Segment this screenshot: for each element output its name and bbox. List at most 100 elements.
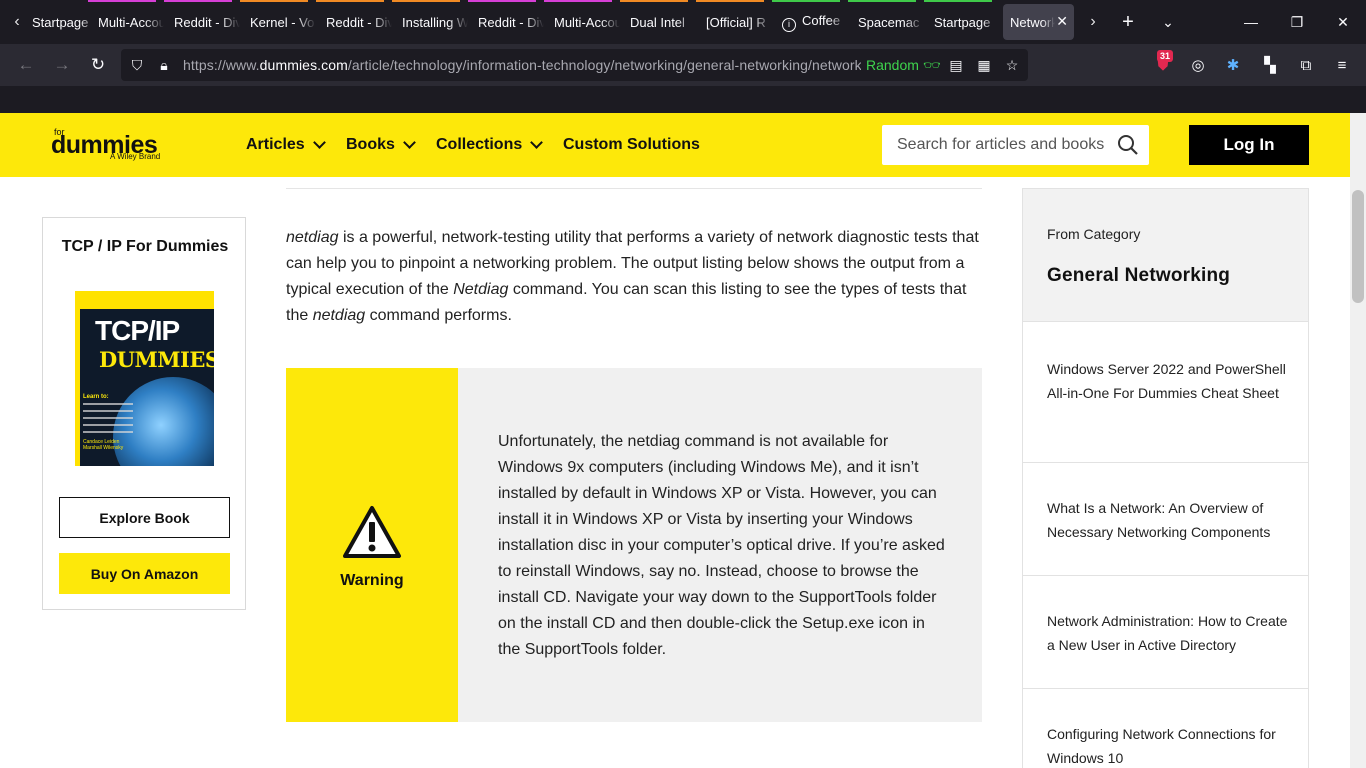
chevron-down-icon (312, 136, 326, 149)
cover-learn: Learn to: (83, 394, 109, 400)
restore-icon[interactable]: ❐ (1274, 0, 1320, 44)
url-text[interactable]: https://www.dummies.com/article/technolo… (183, 57, 861, 73)
menu-custom-solutions[interactable]: Custom Solutions (563, 136, 700, 154)
url-host: dummies.com (259, 57, 348, 73)
cmd-netdiag: netdiag (286, 229, 339, 246)
tab-label: Reddit - Dive (326, 14, 392, 30)
tab[interactable]: Installing W (392, 0, 468, 44)
intro-text: command performs. (365, 307, 512, 324)
search-box (882, 125, 1149, 165)
bluetooth-extension-icon[interactable]: ✱ (1220, 52, 1246, 78)
category-sidebar: From Category General Networking Windows… (1022, 188, 1309, 768)
page-scrollbar[interactable] (1350, 113, 1366, 768)
search-input[interactable] (882, 125, 1104, 165)
tab-label: Reddit - Dive (478, 14, 544, 30)
tab[interactable]: Spacemac (848, 0, 924, 44)
book-cover[interactable]: TCP/IP DUMMIES Learn to: Candace Leiden … (75, 291, 214, 466)
scrollbar-thumb[interactable] (1352, 190, 1364, 303)
tab-label: Network (1010, 14, 1055, 30)
bookmark-star-icon[interactable]: ☆ (1002, 55, 1022, 75)
tab-label: Multi-Account (98, 14, 164, 30)
menu-icon[interactable]: ≡ (1329, 52, 1355, 78)
grid-extension-icon[interactable]: ▚ (1257, 52, 1283, 78)
logo-brand: A Wiley Brand (110, 152, 161, 161)
sidebar-article[interactable]: Windows Server 2022 and PowerShell All-i… (1023, 321, 1308, 462)
cmd-netdiag-3: netdiag (312, 307, 366, 324)
cover-bullets (83, 403, 133, 438)
category-header: From Category General Networking (1023, 189, 1308, 321)
tab-label: Multi-Account (554, 14, 620, 30)
menu-articles[interactable]: Articles (246, 136, 326, 154)
tab-label: Reddit - Dive (174, 14, 240, 30)
url-bar[interactable]: ⛉ 🔒︎ https://www.dummies.com/article/tec… (121, 49, 1028, 81)
sidebar-article[interactable]: Network Administration: How to Create a … (1023, 575, 1308, 688)
random-label: Random (866, 57, 919, 73)
reload-icon[interactable]: ↻ (85, 52, 111, 78)
random-extension[interactable]: Random 👓︎ (866, 57, 941, 74)
menu-collections[interactable]: Collections (436, 136, 544, 154)
tab[interactable]: Dual Intel (620, 0, 696, 44)
cover-authors: Candace Leiden Marshall Wilensky (83, 439, 124, 451)
tab-label: Startpage (32, 14, 89, 30)
sidebar-article-title: Configuring Network Connections for Wind… (1047, 726, 1276, 766)
book-title: TCP / IP For Dummies (61, 238, 229, 255)
extensions-puzzle-icon[interactable]: ⧉ (1293, 52, 1319, 78)
buy-on-amazon-button[interactable]: Buy On Amazon (59, 553, 230, 594)
forward-icon[interactable]: → (49, 52, 75, 78)
site-header: for dummies A Wiley Brand Articles Books… (0, 113, 1350, 177)
reader-view-icon[interactable]: ▤ (946, 55, 966, 75)
tab[interactable]: i Coffee (772, 0, 848, 44)
tab[interactable]: Reddit - Dive (164, 0, 240, 44)
warning-label: Warning (340, 572, 404, 589)
lock-icon[interactable]: 🔒︎ (154, 55, 174, 75)
cover-title: TCP/IP (95, 315, 180, 346)
dummies-logo[interactable]: for dummies A Wiley Brand (51, 127, 171, 167)
search-icon[interactable] (1117, 134, 1139, 156)
divider (286, 188, 982, 189)
tab-list-chevron-icon[interactable]: ⌄ (1145, 0, 1191, 44)
category-title[interactable]: General Networking (1047, 265, 1230, 287)
menu-books[interactable]: Books (346, 136, 416, 154)
tab-label: [Official] R (706, 14, 766, 30)
tab[interactable]: [Official] R (696, 0, 772, 44)
sidebar-article-title: What Is a Network: An Overview of Necess… (1047, 500, 1271, 540)
tab-scroll-right-icon[interactable]: › (1078, 0, 1108, 44)
book-card: TCP / IP For Dummies TCP/IP DUMMIES Lear… (42, 217, 246, 610)
close-tab-icon[interactable]: ✕ (1056, 13, 1068, 30)
article-intro: netdiag is a powerful, network-testing u… (286, 225, 982, 329)
tab[interactable]: Startpage (22, 0, 98, 44)
login-button[interactable]: Log In (1189, 125, 1309, 165)
tab[interactable]: Kernel - Vo (240, 0, 316, 44)
tab[interactable]: Reddit - Dive (316, 0, 392, 44)
menu-label: Collections (436, 136, 523, 153)
shield-icon[interactable]: ⛉ (127, 55, 147, 75)
minimize-icon[interactable]: — (1228, 0, 1274, 44)
explore-book-button[interactable]: Explore Book (59, 497, 230, 538)
tab[interactable]: Startpage (924, 0, 1000, 44)
menu-label: Articles (246, 136, 305, 153)
tab[interactable]: Multi-Account (88, 0, 164, 44)
menu-label: Custom Solutions (563, 136, 700, 153)
window-close-icon[interactable]: ✕ (1320, 0, 1366, 44)
sidebar-article-title: Network Administration: How to Create a … (1047, 613, 1288, 653)
chevron-down-icon (530, 136, 544, 149)
tab-label: Kernel - Vo (250, 14, 315, 30)
back-icon[interactable]: ← (13, 52, 39, 78)
tab-active[interactable]: Network ✕ (1003, 4, 1074, 40)
url-scheme: https://www. (183, 57, 260, 73)
tab[interactable]: Reddit - Dive (468, 0, 544, 44)
qr-code-icon[interactable]: ▦ (974, 55, 994, 75)
tab[interactable]: Multi-Account (544, 0, 620, 44)
menu-label: Books (346, 136, 395, 153)
ublock-count-badge: 31 (1157, 50, 1174, 62)
toolbar-spacer (0, 86, 1366, 113)
cover-subtitle: DUMMIES (99, 347, 214, 372)
tab-label: Installing W (402, 14, 468, 30)
info-icon: i (782, 17, 796, 32)
sidebar-article[interactable]: What Is a Network: An Overview of Necess… (1023, 462, 1308, 575)
sidebar-article[interactable]: Configuring Network Connections for Wind… (1023, 688, 1308, 768)
tab-label: i Coffee (772, 13, 848, 32)
extension-icon[interactable]: ◎ (1185, 52, 1211, 78)
warning-callout: Warning Unfortunately, the netdiag comma… (286, 368, 982, 722)
tab-label-text: Coffee (802, 12, 841, 28)
